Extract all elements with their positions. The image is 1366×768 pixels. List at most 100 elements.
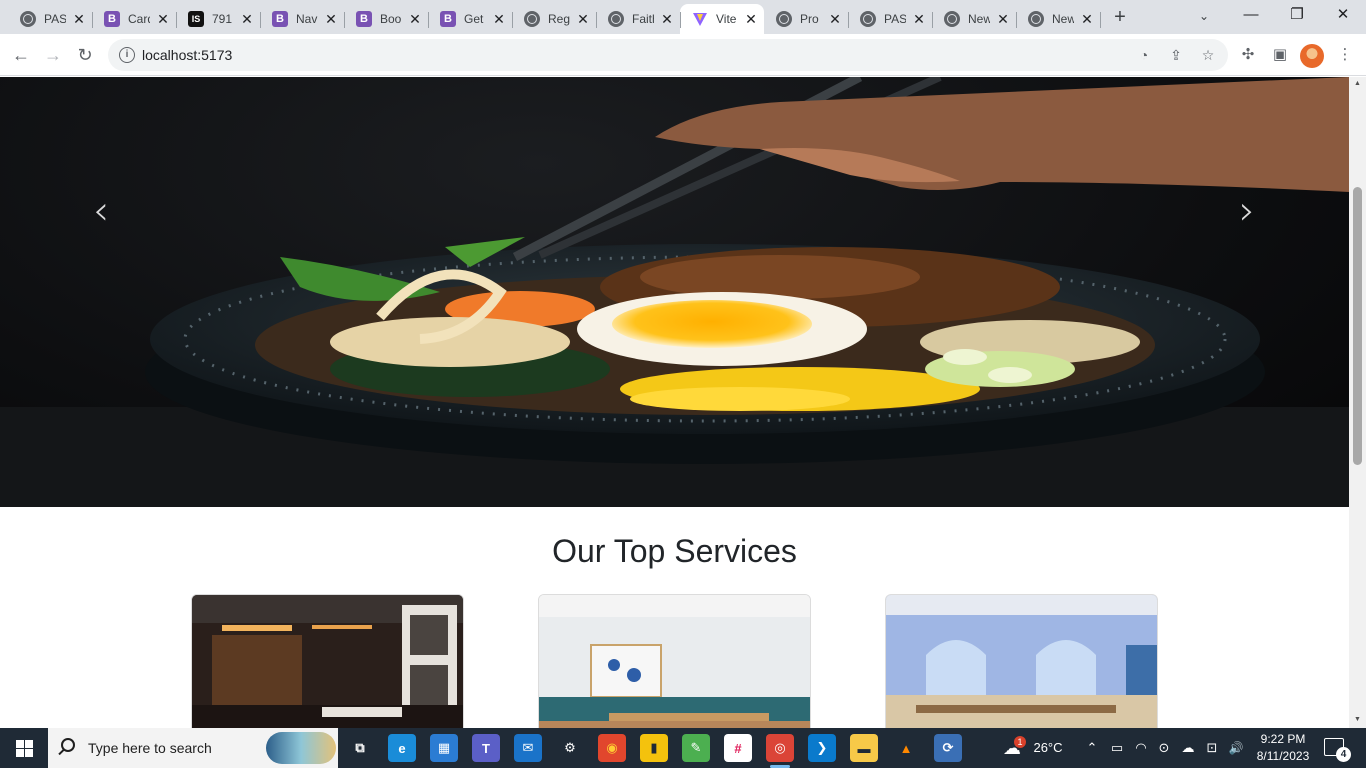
globe-icon bbox=[608, 11, 624, 27]
tab-close-icon[interactable]: ✕ bbox=[576, 12, 590, 26]
globe-icon bbox=[524, 11, 540, 27]
scroll-up-icon[interactable]: ▲ bbox=[1349, 77, 1366, 91]
tab-close-icon[interactable]: ✕ bbox=[492, 12, 506, 26]
browser-tab[interactable]: New ✕ bbox=[932, 4, 1017, 34]
tab-close-icon[interactable]: ✕ bbox=[912, 12, 926, 26]
postman-icon[interactable]: ⟳ bbox=[934, 734, 962, 762]
weather-icon[interactable]: ☁ bbox=[1000, 728, 1024, 768]
tab-search-chevron-icon[interactable]: ⌄ bbox=[1192, 4, 1216, 28]
tab-title: Pro bbox=[800, 12, 819, 26]
teams-icon[interactable]: T bbox=[472, 734, 500, 762]
settings-icon[interactable]: ⚙ bbox=[556, 734, 584, 762]
bootstrap-icon: B bbox=[356, 11, 372, 27]
taskbar-search-placeholder[interactable]: Type here to search bbox=[88, 740, 212, 756]
side-panel-icon[interactable]: ▣ bbox=[1269, 44, 1291, 66]
service-card-2[interactable] bbox=[538, 594, 811, 728]
browser-tab[interactable]: New ✕ bbox=[1016, 4, 1101, 34]
browser-tab[interactable]: Vite ✕ bbox=[680, 4, 764, 34]
tab-close-icon[interactable]: ✕ bbox=[240, 12, 254, 26]
tray-overflow-chevron-icon[interactable]: ⌃ bbox=[1084, 728, 1100, 768]
edge-icon[interactable]: e bbox=[388, 734, 416, 762]
tab-close-icon[interactable]: ✕ bbox=[1080, 12, 1094, 26]
tab-close-icon[interactable]: ✕ bbox=[828, 12, 842, 26]
tab-title: Nav bbox=[296, 12, 318, 26]
chrome-menu-icon[interactable]: ⋮ bbox=[1334, 44, 1356, 66]
page-scrollbar[interactable]: ▲ ▼ bbox=[1349, 77, 1366, 728]
carousel-prev-button[interactable]: ‹ bbox=[76, 187, 126, 237]
scroll-down-icon[interactable]: ▼ bbox=[1349, 713, 1366, 727]
carousel-next-button[interactable]: › bbox=[1222, 187, 1272, 237]
cafe-interior-image bbox=[539, 595, 810, 728]
site-info-icon[interactable]: i bbox=[119, 47, 135, 63]
tab-separator bbox=[848, 12, 849, 28]
paint-icon[interactable]: ✎ bbox=[682, 734, 710, 762]
maximize-button[interactable]: ❐ bbox=[1274, 2, 1320, 30]
browser-tab[interactable]: Faith ✕ bbox=[596, 4, 681, 34]
is-icon: IS bbox=[188, 11, 204, 27]
bookmark-star-icon[interactable]: ☆ bbox=[1198, 45, 1218, 65]
tab-close-icon[interactable]: ✕ bbox=[408, 12, 422, 26]
tab-close-icon[interactable]: ✕ bbox=[72, 12, 86, 26]
share-icon[interactable]: ⇪ bbox=[1166, 45, 1186, 65]
volume-icon[interactable]: 🔊 bbox=[1226, 728, 1246, 768]
globe-icon bbox=[20, 11, 36, 27]
file-explorer-icon[interactable]: ▬ bbox=[850, 734, 878, 762]
extensions-icon[interactable]: ✣ bbox=[1237, 44, 1259, 66]
browser-tab[interactable]: B Nav ✕ bbox=[260, 4, 345, 34]
start-button[interactable] bbox=[0, 728, 48, 768]
wifi-icon[interactable]: ◠ bbox=[1132, 728, 1150, 768]
browser-toolbar: ← → ↻ i localhost:5173 ◔ ⇪ ☆ ✣ ▣ ⋮ bbox=[0, 34, 1366, 76]
browser-tab[interactable]: B Boo ✕ bbox=[344, 4, 429, 34]
tab-close-icon[interactable]: ✕ bbox=[996, 12, 1010, 26]
browser-tab[interactable]: PAS ✕ bbox=[848, 4, 933, 34]
browser-tab[interactable]: PAS ✕ bbox=[8, 4, 93, 34]
firefox-icon[interactable]: ◉ bbox=[598, 734, 626, 762]
tab-close-icon[interactable]: ✕ bbox=[324, 12, 338, 26]
browser-tab[interactable]: B Get ✕ bbox=[428, 4, 513, 34]
browser-tab[interactable]: IS 791 ✕ bbox=[176, 4, 261, 34]
browser-tab[interactable]: B Card ✕ bbox=[92, 4, 177, 34]
window-close-button[interactable]: ✕ bbox=[1320, 2, 1366, 30]
taskbar-search-box[interactable]: Type here to search bbox=[48, 728, 338, 768]
address-url[interactable]: localhost:5173 bbox=[142, 47, 232, 63]
tab-separator bbox=[344, 12, 345, 28]
new-tab-button[interactable]: + bbox=[1108, 6, 1132, 30]
back-button[interactable]: ← bbox=[6, 40, 36, 70]
tab-close-icon[interactable]: ✕ bbox=[660, 12, 674, 26]
services-title: Our Top Services bbox=[552, 533, 797, 569]
service-card-3[interactable] bbox=[885, 594, 1158, 728]
slack-icon[interactable]: # bbox=[724, 734, 752, 762]
chrome-icon[interactable]: ◎ bbox=[766, 734, 794, 768]
minimize-button[interactable]: — bbox=[1228, 2, 1274, 30]
reload-button[interactable]: ↻ bbox=[70, 40, 100, 70]
taskbar-clock[interactable]: 9:22 PM 8/11/2023 bbox=[1252, 731, 1314, 765]
globe-icon bbox=[776, 11, 792, 27]
vlc-icon[interactable]: ▲ bbox=[892, 734, 920, 762]
bootstrap-icon: B bbox=[104, 11, 120, 27]
weather-temperature[interactable]: 26°C bbox=[1028, 728, 1068, 768]
tab-separator bbox=[932, 12, 933, 28]
performance-icon[interactable]: ◔ bbox=[1134, 45, 1154, 65]
mail-icon[interactable]: ✉ bbox=[514, 734, 542, 762]
battery-icon[interactable]: ▭ bbox=[1108, 728, 1126, 768]
address-bar[interactable]: i localhost:5173 ◔ ⇪ ☆ bbox=[108, 39, 1228, 71]
profile-avatar[interactable] bbox=[1300, 44, 1324, 68]
sheets-icon[interactable]: ▮ bbox=[640, 734, 668, 762]
task-view-icon[interactable]: ⧉ bbox=[346, 734, 374, 762]
vscode-icon[interactable]: ❯ bbox=[808, 734, 836, 762]
network-icon[interactable]: ⊡ bbox=[1203, 728, 1221, 768]
onedrive-icon[interactable]: ☁ bbox=[1178, 728, 1198, 768]
forward-button[interactable]: → bbox=[38, 40, 68, 70]
search-icon bbox=[61, 738, 75, 752]
service-card-1[interactable] bbox=[191, 594, 464, 728]
tab-separator bbox=[428, 12, 429, 28]
browser-tab[interactable]: Pro ✕ bbox=[764, 4, 849, 34]
store-icon[interactable]: ▦ bbox=[430, 734, 458, 762]
tab-close-icon[interactable]: ✕ bbox=[744, 12, 758, 26]
globe-icon bbox=[944, 11, 960, 27]
meet-now-icon[interactable]: ⊙ bbox=[1155, 728, 1173, 768]
tab-close-icon[interactable]: ✕ bbox=[156, 12, 170, 26]
browser-tab[interactable]: Reg ✕ bbox=[512, 4, 597, 34]
notification-center-icon[interactable]: 4 bbox=[1324, 738, 1351, 762]
scroll-thumb[interactable] bbox=[1353, 187, 1362, 465]
